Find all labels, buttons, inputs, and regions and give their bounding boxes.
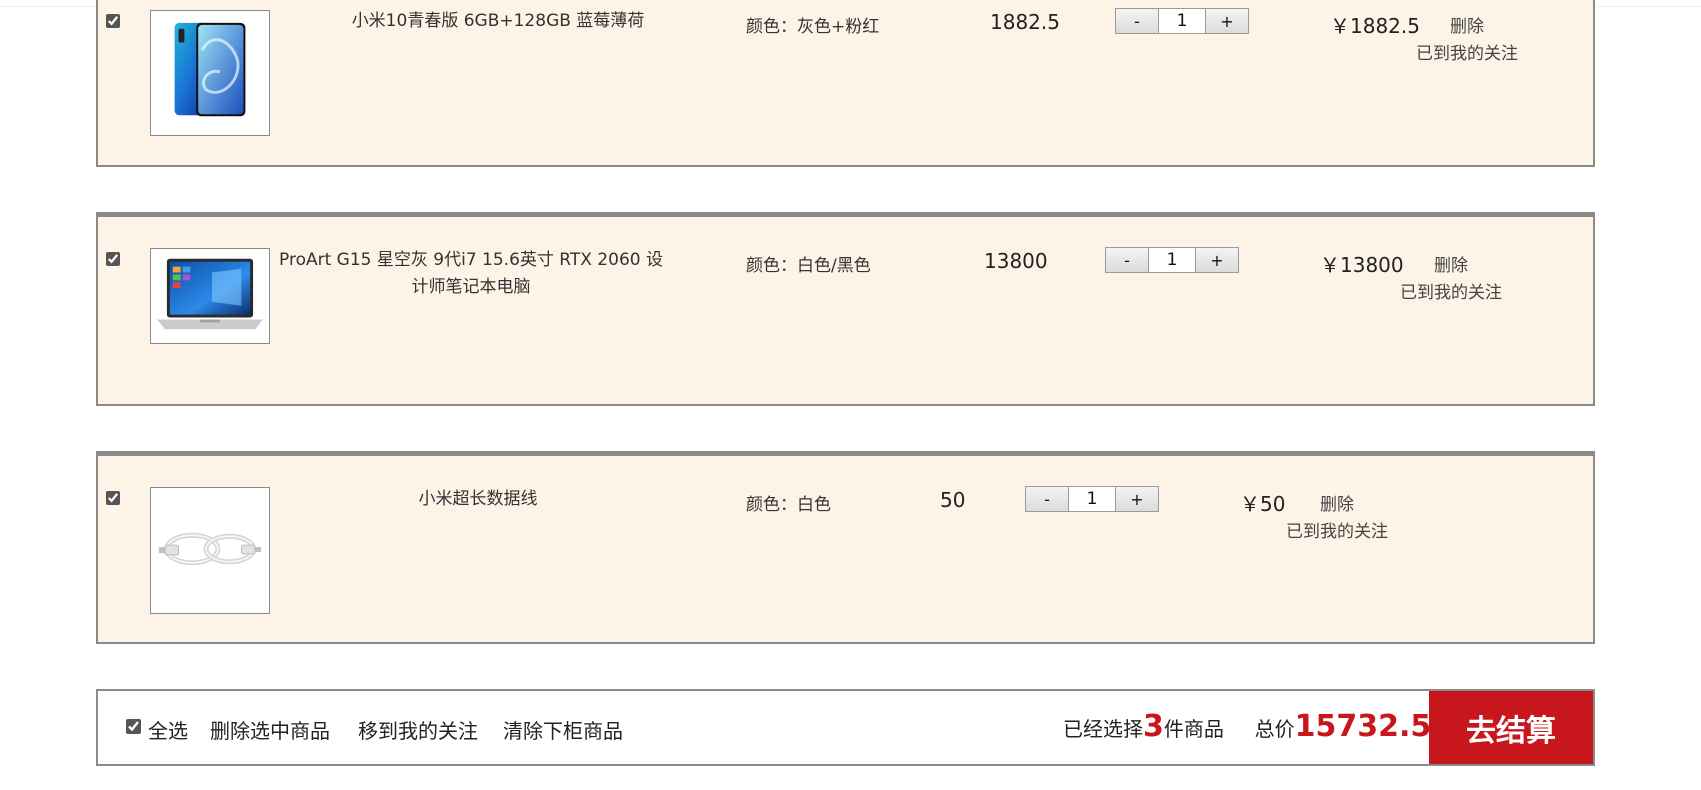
product-color: 颜色：白色 — [746, 495, 831, 515]
product-name[interactable]: 小米10青春版 6GB+128GB 蓝莓薄荷 — [298, 8, 698, 35]
delete-link[interactable]: 删除 — [1450, 12, 1484, 37]
quantity-stepper: - + — [1115, 8, 1249, 34]
decrease-button[interactable]: - — [1026, 487, 1068, 511]
favorite-link[interactable]: 已到我的关注 — [1416, 39, 1518, 64]
phone-icon — [174, 22, 246, 117]
product-color: 颜色：白色/黑色 — [746, 256, 871, 276]
unit-price: 50 — [940, 488, 966, 512]
unit-price: 13800 — [984, 249, 1048, 273]
cart-item: ProArt G15 星空灰 9代i7 15.6英寸 RTX 2060 设计师笔… — [96, 212, 1595, 406]
increase-button[interactable]: + — [1196, 248, 1238, 272]
clear-removed-link[interactable]: 清除下柜商品 — [503, 715, 623, 744]
quantity-stepper: - + — [1105, 247, 1239, 273]
item-checkbox[interactable] — [106, 491, 120, 505]
selected-count: 3 — [1143, 709, 1164, 744]
item-subtotal: ￥50 — [1240, 492, 1286, 516]
cart-footer: 全选 删除选中商品 移到我的关注 清除下柜商品 已经选择3件商品 总价15732… — [96, 689, 1595, 766]
cable-icon — [158, 532, 262, 566]
product-image-phone — [150, 10, 270, 136]
cart-page: 小米10青春版 6GB+128GB 蓝莓薄荷 颜色：灰色+粉红 1882.5 -… — [0, 0, 1701, 790]
item-subtotal: ￥1882.5 — [1330, 14, 1420, 38]
decrease-button[interactable]: - — [1116, 9, 1158, 33]
increase-button[interactable]: + — [1206, 9, 1248, 33]
decrease-button[interactable]: - — [1106, 248, 1148, 272]
select-all-label[interactable]: 全选 — [148, 715, 188, 744]
cart-item: 小米超长数据线 颜色：白色 50 - + ￥50 删除 已到我的关注 — [96, 451, 1595, 644]
product-name[interactable]: ProArt G15 星空灰 9代i7 15.6英寸 RTX 2060 设计师笔… — [276, 247, 666, 301]
select-all-checkbox[interactable] — [126, 719, 141, 734]
product-image-laptop — [150, 248, 270, 344]
product-name[interactable]: 小米超长数据线 — [298, 486, 658, 513]
product-image-cable — [150, 487, 270, 614]
item-subtotal: ￥13800 — [1320, 253, 1404, 277]
increase-button[interactable]: + — [1116, 487, 1158, 511]
move-to-favorites-link[interactable]: 移到我的关注 — [358, 715, 478, 744]
unit-price: 1882.5 — [990, 10, 1060, 34]
quantity-stepper: - + — [1025, 486, 1159, 512]
quantity-input[interactable] — [1158, 9, 1206, 33]
favorite-link[interactable]: 已到我的关注 — [1286, 517, 1388, 542]
selected-prefix: 已经选择 — [1063, 717, 1143, 741]
quantity-input[interactable] — [1068, 487, 1116, 511]
item-checkbox[interactable] — [106, 14, 120, 28]
selection-summary: 已经选择3件商品 总价15732.5 — [1063, 709, 1431, 744]
quantity-input[interactable] — [1148, 248, 1196, 272]
product-color: 颜色：灰色+粉红 — [746, 17, 880, 37]
total-label: 总价 — [1254, 717, 1295, 741]
total-price: 15732.5 — [1294, 709, 1432, 744]
delete-link[interactable]: 删除 — [1434, 251, 1468, 276]
delete-selected-link[interactable]: 删除选中商品 — [210, 715, 330, 744]
cart-item: 小米10青春版 6GB+128GB 蓝莓薄荷 颜色：灰色+粉红 1882.5 -… — [96, 0, 1595, 167]
checkout-button[interactable]: 去结算 — [1429, 691, 1593, 764]
item-checkbox[interactable] — [106, 252, 120, 266]
delete-link[interactable]: 删除 — [1320, 490, 1354, 515]
laptop-icon — [157, 258, 263, 330]
favorite-link[interactable]: 已到我的关注 — [1400, 278, 1502, 303]
selected-suffix: 件商品 — [1163, 717, 1224, 741]
